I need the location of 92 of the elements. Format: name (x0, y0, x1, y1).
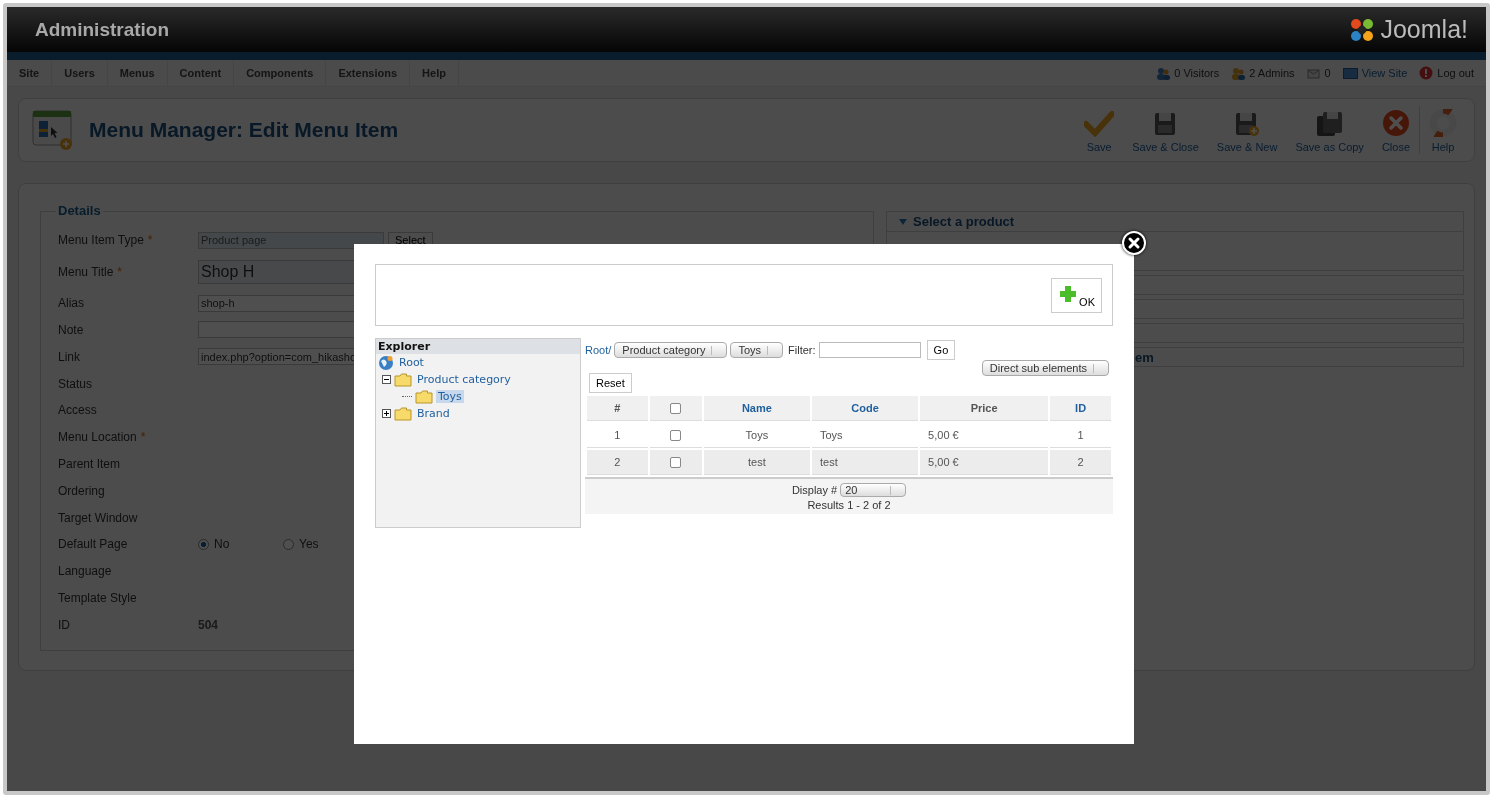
radio-label: No (214, 537, 230, 552)
table-cell: Toys (703, 423, 810, 448)
folder-icon (394, 372, 412, 387)
status-text: 2 Admins (1249, 67, 1295, 79)
collapse-toggle[interactable] (382, 375, 391, 384)
table-cell: 5,00 € (920, 450, 1049, 475)
users-icon (1231, 66, 1246, 80)
toolbar-button[interactable]: Save (1075, 103, 1124, 161)
field-label: Status (58, 376, 94, 391)
folder-icon (394, 406, 412, 421)
radio-button[interactable] (198, 538, 209, 550)
column-header[interactable]: Name (703, 396, 810, 421)
results-text: Results 1 - 2 of 2 (807, 499, 891, 511)
field-label: Default Page (58, 537, 129, 552)
reset-button[interactable]: Reset (589, 373, 632, 393)
status-text: 0 (1324, 67, 1331, 79)
toolbar-button[interactable]: Close (1372, 101, 1419, 161)
tree-item[interactable]: Product category (415, 373, 513, 386)
filter-field[interactable] (818, 342, 921, 358)
floppy-disks-icon (1315, 111, 1344, 137)
field-label: Menu Item Type * (58, 233, 154, 248)
panel-title[interactable]: em (1135, 349, 1154, 365)
field-label: Note (58, 323, 85, 337)
field-label: Alias (58, 296, 85, 311)
go-button[interactable]: Go (926, 340, 956, 360)
table-cell: 1 (1050, 423, 1111, 448)
field-label: Access (58, 403, 98, 418)
toolbar-button[interactable]: Save as Copy (1286, 103, 1373, 161)
checkbox[interactable] (670, 403, 682, 415)
toolbar-button[interactable]: Save & New (1207, 103, 1287, 161)
monitor-icon (1342, 67, 1358, 79)
radio-button[interactable] (283, 538, 294, 550)
dropdown[interactable]: Toys (730, 342, 784, 358)
field-label: Menu Title * (58, 264, 124, 279)
mail-icon (1306, 67, 1321, 79)
logout-icon (1419, 66, 1434, 80)
menu-edit-icon (31, 109, 75, 151)
users-icon (1156, 66, 1171, 80)
checkbox[interactable] (670, 430, 682, 442)
column-header[interactable]: ID (1050, 396, 1111, 421)
page-title: Menu Manager: Edit Menu Item (89, 118, 400, 142)
field-label: Menu Location * (58, 430, 147, 445)
tree-item[interactable]: Toys (436, 390, 464, 403)
floppy-plus-icon (1234, 111, 1261, 137)
fieldset-legend: Details (56, 203, 103, 218)
field-label: ID (58, 617, 71, 632)
logo: Joomla! (1348, 15, 1468, 44)
table-cell: 2 (587, 450, 648, 475)
site-title: Administration (35, 18, 170, 41)
dropdown[interactable]: 20 (840, 483, 907, 497)
required-marker: * (140, 430, 146, 445)
table-cell: Toys (811, 423, 919, 448)
field-label: Link (58, 349, 81, 364)
toolbar-button[interactable]: Help (1420, 101, 1466, 161)
globe-icon (378, 354, 394, 371)
required-marker: * (147, 233, 153, 248)
field-label: Ordering (58, 483, 106, 498)
column-header[interactable]: Code (811, 396, 919, 421)
status-link[interactable]: View Site (1361, 67, 1408, 79)
panel-title[interactable]: Select a product (913, 214, 1015, 229)
status-link[interactable]: Log out (1437, 67, 1474, 79)
checkbox[interactable] (670, 457, 682, 469)
column-header: # (587, 396, 648, 421)
tree-item[interactable]: Root (397, 356, 426, 369)
required-marker: * (117, 264, 123, 279)
tree-item[interactable]: Brand (415, 407, 452, 420)
breadcrumb-link[interactable]: Root/ (585, 344, 612, 356)
dropdown[interactable]: Product category (614, 342, 728, 358)
dropdown[interactable]: Direct sub elements (981, 360, 1109, 376)
field-label: Parent Item (58, 456, 122, 471)
toolbar-button[interactable]: Save & Close (1123, 103, 1208, 161)
checkmark-icon (1084, 111, 1115, 137)
panel-title: Explorer (376, 339, 580, 354)
column-header: Price (920, 396, 1049, 421)
expand-toggle[interactable] (382, 409, 391, 418)
close-icon (1126, 235, 1142, 251)
folder-icon (415, 389, 433, 404)
display-label: Display # (791, 484, 838, 496)
field-label: Language (58, 564, 113, 579)
radio-label: Yes (299, 537, 319, 552)
field-label: Target Window (58, 510, 139, 525)
table-cell: 1 (587, 423, 648, 448)
filter-label: Filter: (788, 344, 816, 356)
plus-icon (1059, 284, 1077, 303)
table-cell: test (703, 450, 810, 475)
close-icon (1381, 109, 1410, 137)
caret-icon[interactable] (899, 218, 907, 225)
field-label: Template Style (58, 590, 138, 605)
table-cell: test (811, 450, 919, 475)
table-cell: 2 (1050, 450, 1111, 475)
table-cell: 5,00 € (920, 423, 1049, 448)
ok-button[interactable]: OK (1051, 277, 1102, 313)
